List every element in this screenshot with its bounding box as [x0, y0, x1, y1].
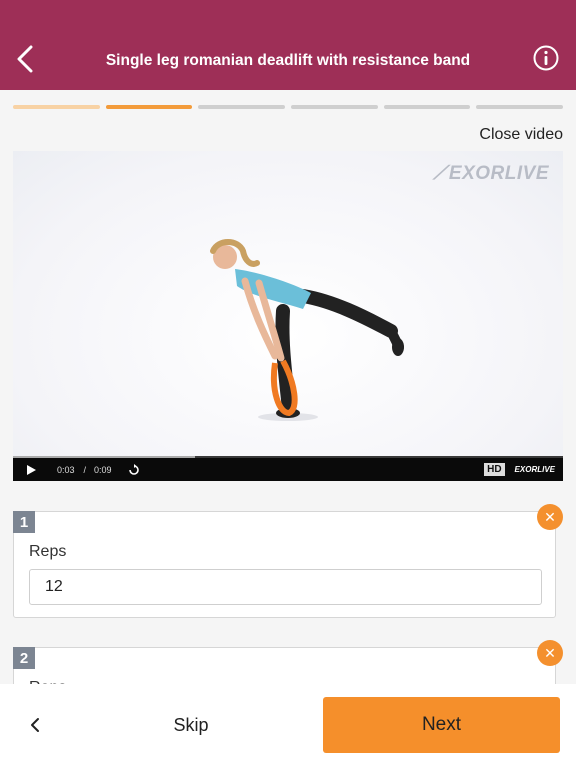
set-number-badge: 2 [13, 647, 35, 669]
progress-segment [105, 105, 193, 109]
top-app-bar: Single leg romanian deadlift with resist… [0, 0, 576, 90]
video-player[interactable]: ⟋ EXORLIVE 0:03 / 0:09 HD EXORLIVE [13, 151, 563, 481]
duration: 0:09 [94, 464, 112, 475]
exorlive-brand: EXORLIVE [514, 465, 555, 474]
reps-input[interactable] [29, 569, 542, 605]
exercise-progress [13, 105, 564, 109]
exercise-title: Single leg romanian deadlift with resist… [105, 52, 471, 69]
chevron-left-icon [31, 718, 39, 732]
hd-button[interactable]: HD [484, 463, 505, 476]
reps-label: Reps [29, 543, 67, 560]
bottom-action-bar: Skip Next [0, 684, 576, 768]
current-time: 0:03 [57, 464, 75, 475]
progress-segment [291, 105, 378, 109]
close-video-link[interactable]: Close video [479, 126, 563, 144]
play-icon [27, 464, 36, 475]
back-button[interactable] [12, 42, 38, 76]
remove-set-button[interactable]: ✕ [537, 504, 563, 530]
progress-segment [383, 105, 471, 109]
progress-segment [476, 105, 564, 109]
remove-set-button[interactable]: ✕ [537, 640, 563, 666]
close-icon: ✕ [544, 508, 556, 525]
video-controls: 0:03 / 0:09 HD EXORLIVE [13, 458, 563, 481]
replay-button[interactable] [128, 463, 140, 476]
info-button[interactable] [533, 45, 559, 71]
close-icon: ✕ [544, 644, 556, 661]
exorlive-logo-icon: ⟋ [433, 163, 447, 184]
replay-icon [128, 463, 139, 475]
next-button[interactable]: Next [323, 697, 560, 753]
chevron-left-icon [17, 45, 33, 73]
time-separator: / [83, 464, 87, 475]
previous-button[interactable] [22, 710, 48, 740]
exercise-figure [210, 239, 404, 421]
progress-segment [198, 105, 286, 109]
set-card: 1 ✕ Reps [13, 504, 563, 618]
video-frame: ⟋ EXORLIVE [13, 151, 563, 458]
skip-button[interactable]: Skip [150, 712, 232, 738]
exorlive-watermark: ⟋ EXORLIVE [433, 163, 549, 185]
watermark-text: EXORLIVE [448, 163, 549, 184]
play-button[interactable] [27, 464, 36, 475]
progress-segment [13, 105, 100, 109]
set-number-badge: 1 [13, 511, 35, 533]
info-icon [533, 45, 559, 71]
